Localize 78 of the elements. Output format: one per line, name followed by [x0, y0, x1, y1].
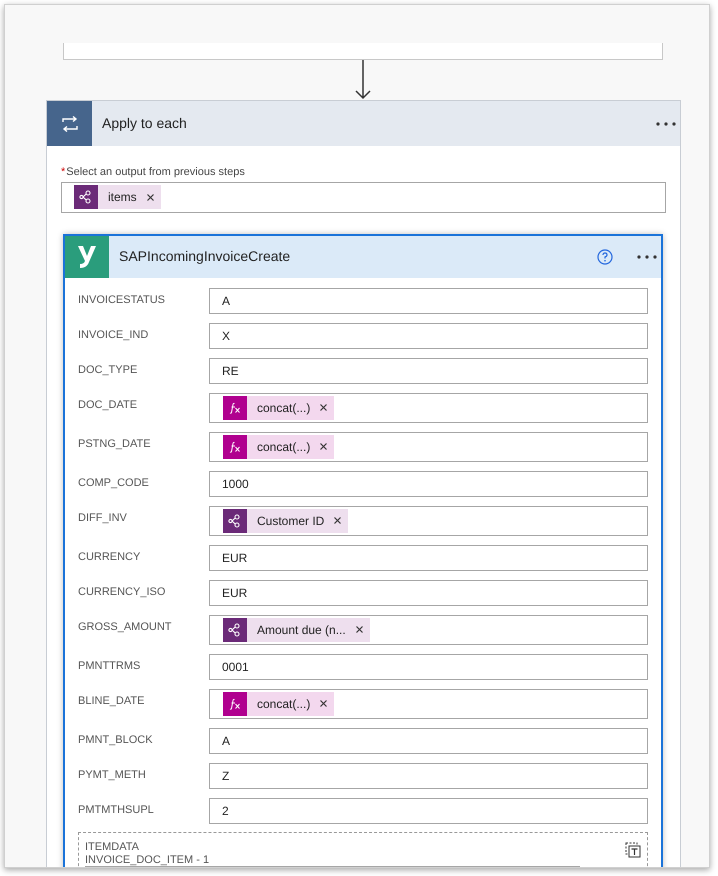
close-icon[interactable]: [334, 517, 342, 524]
down-arrow-icon: [355, 60, 371, 100]
input-field[interactable]: A: [209, 728, 648, 754]
token-chip[interactable]: concat(...): [223, 692, 334, 716]
field-label: COMP_CODE: [78, 476, 150, 490]
field-value: A: [222, 292, 230, 310]
section-title: ITEMDATA: [85, 840, 140, 854]
y-logo-icon: [76, 244, 98, 270]
field-label: GROSS_AMOUNT: [78, 620, 173, 634]
input-field[interactable]: concat(...): [209, 392, 648, 422]
input-field[interactable]: Amount due (n...: [209, 614, 648, 644]
token-chip[interactable]: Customer ID: [223, 508, 348, 532]
close-icon[interactable]: [320, 404, 328, 411]
token-chip[interactable]: Amount due (n...: [223, 618, 370, 642]
close-icon[interactable]: [320, 700, 328, 707]
input-field[interactable]: EUR: [209, 544, 648, 570]
more-icon[interactable]: [637, 254, 657, 258]
output-field[interactable]: items: [61, 182, 666, 212]
input-field[interactable]: 0001: [209, 654, 648, 680]
required-mark: *: [61, 165, 66, 180]
graph-icon: [79, 190, 93, 204]
field-label: Select an output from previous steps: [66, 165, 245, 180]
field-value: EUR: [222, 550, 248, 566]
item-label: INVOICE_DOC_ITEM - 1: [85, 854, 210, 866]
field-label: INVOICE_IND: [78, 328, 150, 342]
field-value: RE: [222, 362, 239, 380]
more-icon[interactable]: [656, 122, 676, 126]
graph-icon: [228, 622, 242, 636]
loop-title: Apply to each: [102, 114, 188, 133]
field-value: Z: [222, 768, 230, 784]
field-label: PMTMTHSUPL: [78, 802, 155, 818]
field-value: EUR: [222, 584, 248, 602]
help-icon[interactable]: [597, 248, 613, 264]
token-label: Customer ID: [256, 512, 326, 530]
field-label: PYMT_METH: [78, 768, 147, 782]
token-label: Amount due (n...: [256, 622, 347, 638]
token-label: concat(...): [256, 696, 312, 712]
input-field[interactable]: X: [209, 322, 648, 348]
function-icon: [229, 402, 241, 414]
field-value: 1000: [222, 476, 249, 492]
field-label: PMNT_BLOCK: [78, 732, 154, 748]
field-value: X: [222, 328, 230, 344]
field-label: DOC_DATE: [78, 398, 138, 412]
token-label: concat(...): [256, 438, 312, 456]
graph-icon: [228, 514, 242, 528]
field-label: DOC_TYPE: [78, 362, 138, 378]
field-label: PMNTTRMS: [78, 658, 142, 674]
field-label: BLINE_DATE: [78, 694, 146, 708]
token-label: concat(...): [256, 400, 312, 416]
input-field[interactable]: Z: [209, 762, 648, 788]
token-chip[interactable]: concat(...): [223, 396, 334, 420]
input-field[interactable]: A: [209, 288, 648, 314]
field-label: PSTNG_DATE: [78, 436, 152, 452]
close-icon[interactable]: [146, 194, 154, 200]
field-label: CURRENCY: [78, 550, 142, 564]
field-label: INVOICESTATUS: [78, 292, 166, 308]
field-label: DIFF_INV: [78, 510, 128, 526]
input-field[interactable]: concat(...): [209, 688, 648, 718]
loop-icon: [60, 116, 80, 132]
close-icon[interactable]: [320, 443, 328, 450]
function-icon: [229, 440, 241, 452]
input-field[interactable]: RE: [209, 358, 648, 384]
token-label: items: [107, 189, 138, 206]
close-icon[interactable]: [356, 626, 363, 633]
field-value: A: [222, 732, 230, 750]
input-field[interactable]: 1000: [209, 470, 648, 496]
field-label: CURRENCY_ISO: [78, 584, 166, 600]
input-field[interactable]: concat(...): [209, 432, 648, 462]
action-title: SAPIncomingInvoiceCreate: [119, 247, 292, 266]
field-value: 2: [222, 802, 229, 820]
token-chip[interactable]: concat(...): [223, 434, 334, 458]
function-icon: [229, 698, 241, 710]
token-chip[interactable]: items: [74, 185, 161, 209]
input-field[interactable]: Customer ID: [209, 506, 648, 536]
text-mode-icon[interactable]: [625, 842, 641, 858]
input-field[interactable]: EUR: [209, 580, 648, 606]
field-value: 0001: [222, 658, 249, 676]
input-field[interactable]: 2: [209, 798, 648, 824]
